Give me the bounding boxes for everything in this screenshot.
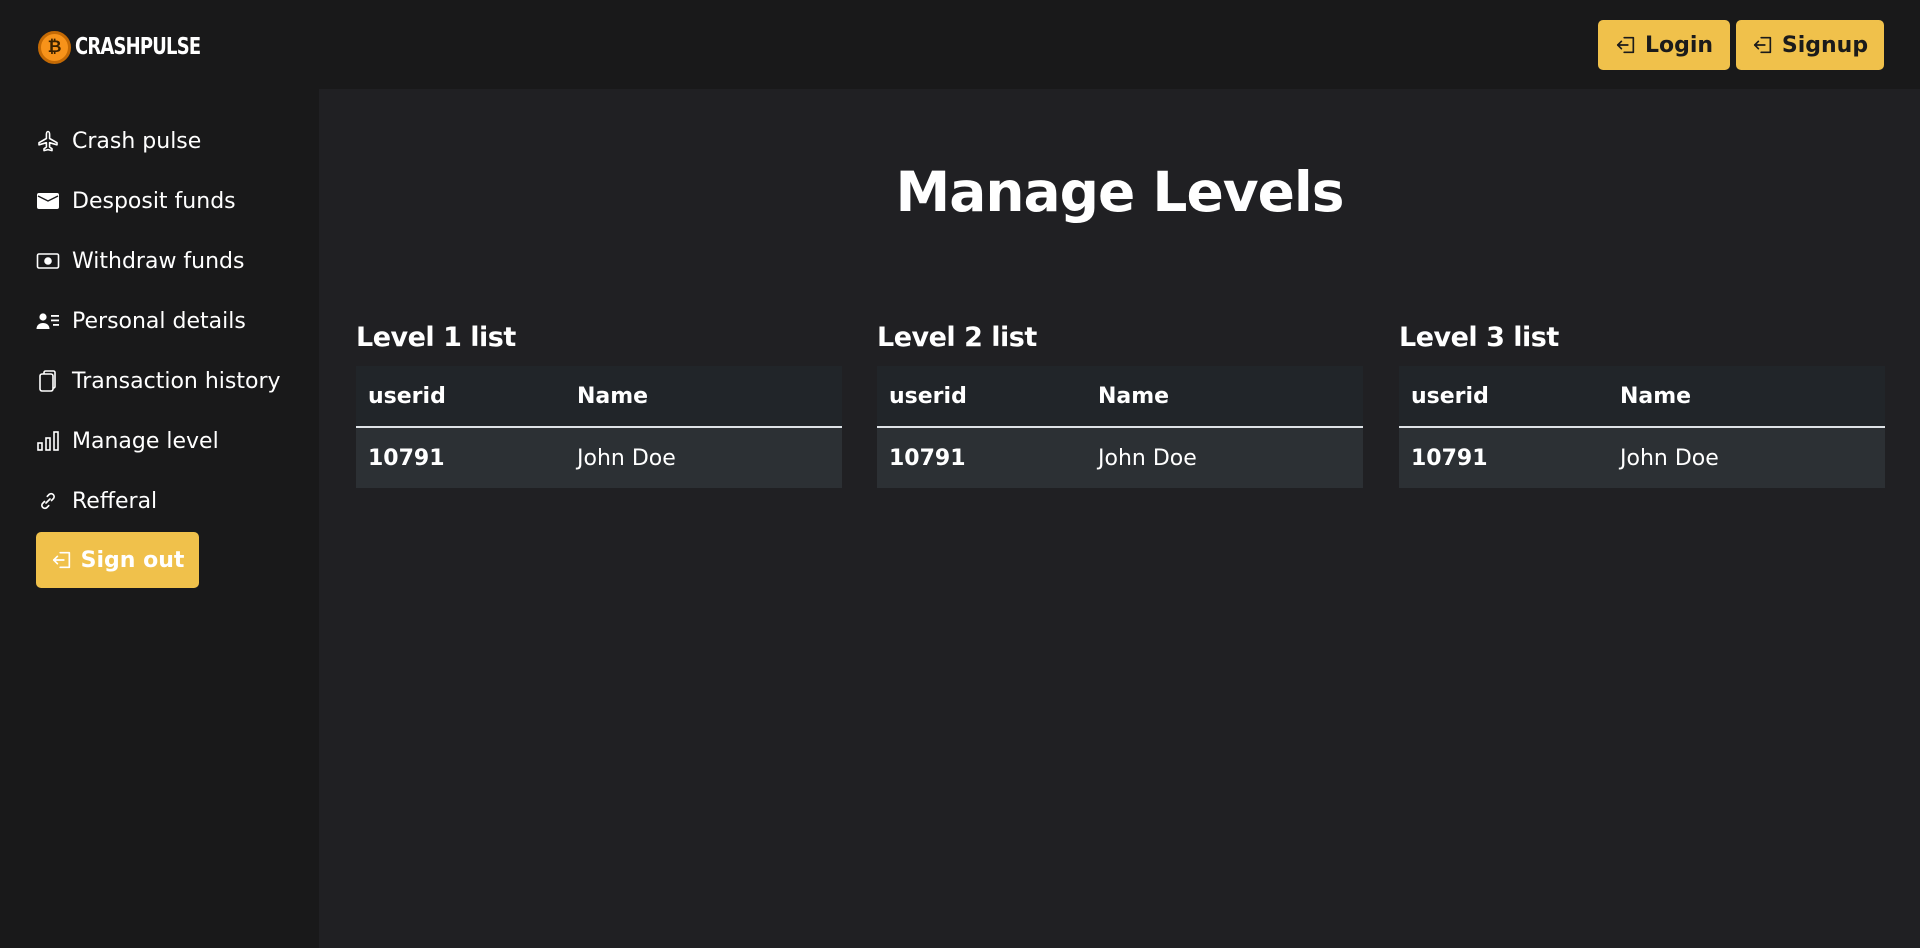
link-icon [36, 489, 60, 513]
sidebar-item-label: Refferal [72, 488, 158, 514]
sidebar-item-label: Desposit funds [72, 188, 236, 214]
brand-logo[interactable]: ₿ CRASHPULSE [38, 29, 236, 65]
table-row: 10791 John Doe [877, 427, 1363, 488]
cell-name: John Doe [577, 445, 676, 471]
brand-name: CRASHPULSE [75, 34, 201, 60]
table-row: 10791 John Doe [356, 427, 842, 488]
level-title: Level 2 list [877, 322, 1037, 353]
level-table: userid Name 10791 John Doe [877, 366, 1363, 488]
wallet-icon [36, 189, 60, 213]
sidebar-nav: Crash pulse Desposit funds Withdraw fund… [36, 111, 306, 531]
column-header-userid: userid [356, 366, 565, 428]
level-title: Level 1 list [356, 322, 516, 353]
box-arrow-in-left-icon [51, 549, 73, 571]
cell-name: John Doe [1620, 445, 1719, 471]
person-lines-icon [36, 309, 60, 333]
cell-userid: 10791 [1411, 445, 1488, 471]
table-row: 10791 John Doe [1399, 427, 1885, 488]
column-header-userid: userid [877, 366, 1086, 428]
sidebar-item-refferal[interactable]: Refferal [36, 471, 306, 531]
cell-userid: 10791 [889, 445, 966, 471]
sidebar-item-label: Crash pulse [72, 128, 202, 154]
column-header-name: Name [565, 366, 842, 428]
cell-name: John Doe [1098, 445, 1197, 471]
sidebar-item-manage-level[interactable]: Manage level [36, 411, 306, 471]
box-arrow-in-left-icon [1615, 34, 1637, 56]
signup-label: Signup [1781, 32, 1869, 58]
cash-icon [36, 249, 60, 273]
column-header-userid: userid [1399, 366, 1608, 428]
bar-chart-icon [36, 429, 60, 453]
sign-out-label: Sign out [80, 547, 185, 573]
sidebar-item-withdraw-funds[interactable]: Withdraw funds [36, 231, 306, 291]
login-button[interactable]: Login [1598, 20, 1730, 70]
level-table: userid Name 10791 John Doe [1399, 366, 1885, 488]
cell-userid: 10791 [368, 445, 445, 471]
login-label: Login [1644, 32, 1714, 58]
sign-out-button[interactable]: Sign out [36, 532, 199, 588]
sidebar-item-deposit-funds[interactable]: Desposit funds [36, 171, 306, 231]
sidebar-item-label: Transaction history [72, 368, 281, 394]
sidebar-item-crash-pulse[interactable]: Crash pulse [36, 111, 306, 171]
airplane-icon [36, 129, 60, 153]
level-table: userid Name 10791 John Doe [356, 366, 842, 488]
box-arrow-in-left-icon [1752, 34, 1774, 56]
sidebar-item-label: Manage level [72, 428, 219, 454]
sidebar-item-label: Withdraw funds [72, 248, 245, 274]
level-3-section: Level 3 list userid Name 10791 John Doe [1399, 318, 1885, 488]
page-title: Manage Levels [895, 160, 1344, 224]
sidebar: ₿ CRASHPULSE Crash pulse Desposit funds [0, 0, 319, 948]
sidebar-item-label: Personal details [72, 308, 246, 334]
level-2-section: Level 2 list userid Name 10791 John Doe [877, 318, 1363, 488]
copy-icon [36, 369, 60, 393]
level-1-section: Level 1 list userid Name 10791 John Doe [356, 318, 842, 488]
column-header-name: Name [1086, 366, 1363, 428]
sidebar-item-transaction-history[interactable]: Transaction history [36, 351, 306, 411]
table-header-row: userid Name [877, 366, 1363, 428]
bitcoin-icon: ₿ [38, 30, 71, 64]
table-header-row: userid Name [356, 366, 842, 428]
level-title: Level 3 list [1399, 322, 1559, 353]
table-header-row: userid Name [1399, 366, 1885, 428]
signup-button[interactable]: Signup [1736, 20, 1884, 70]
column-header-name: Name [1608, 366, 1885, 428]
sidebar-item-personal-details[interactable]: Personal details [36, 291, 306, 351]
